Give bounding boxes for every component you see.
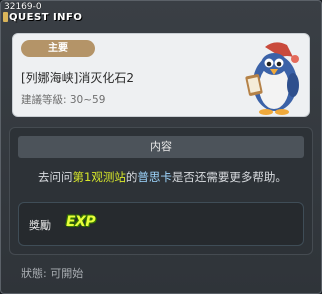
desc-text-3: 是否还需要更多帮助。 [171, 170, 287, 184]
content-header: 内容 [18, 136, 304, 158]
desc-text-1: 去问问 [38, 170, 73, 184]
recommended-level: 建議等級: 30~59 [21, 94, 106, 106]
quest-name: [列娜海峡]消灭化石2 [21, 71, 134, 85]
quest-category-badge: 主要 [21, 40, 95, 57]
window-title: QUEST INFO [9, 12, 83, 23]
quest-description: 去问问第1观测站的普思卡是否还需要更多帮助。 [38, 169, 287, 185]
quest-summary-card: 主要 [列娜海峡]消灭化石2 建議等級: 30~59 [12, 33, 310, 117]
penguin-npc-icon [245, 42, 299, 115]
exp-icon[interactable]: EXP [66, 214, 96, 230]
reward-label: 獎勵 [29, 219, 51, 232]
content-panel: 内容 去问问第1观测站的普思卡是否还需要更多帮助。 獎勵 EXP [9, 127, 313, 255]
quest-info-window: 32169-0 QUEST INFO 主要 [列娜海峡]消灭化石2 建議等級: … [0, 0, 322, 294]
quest-status: 狀態: 可開始 [21, 267, 84, 280]
desc-npc-name: 普思卡 [137, 170, 172, 184]
reward-box: 獎勵 EXP [18, 202, 304, 246]
quest-id: 32169-0 [4, 2, 42, 12]
desc-text-2: 的 [125, 170, 138, 184]
desc-npc-location: 第1观测站 [72, 170, 126, 184]
title-marker-icon [3, 12, 8, 22]
